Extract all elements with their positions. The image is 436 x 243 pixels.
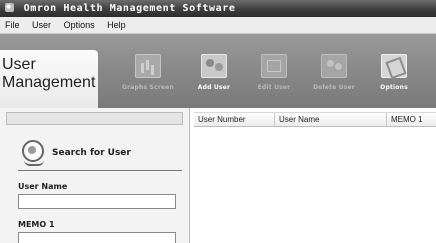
magnifier-icon bbox=[22, 140, 44, 162]
search-for-user-label: Search for User bbox=[52, 148, 131, 158]
app-icon bbox=[5, 3, 14, 12]
magnifier-base bbox=[24, 160, 44, 166]
menu-help[interactable]: Help bbox=[107, 20, 126, 30]
delete-user-icon bbox=[321, 54, 347, 78]
user-list-header: User Number User Name MEMO 1 bbox=[194, 112, 436, 127]
memo1-label: MEMO 1 bbox=[18, 220, 55, 229]
tab-label-line2: Management bbox=[2, 74, 96, 91]
toolbar: User Management Graphs Screen Add User E… bbox=[0, 34, 436, 108]
options-button[interactable]: Options bbox=[368, 54, 420, 102]
delete-user-button[interactable]: Delete User bbox=[308, 54, 360, 102]
search-panel: Search for User User Name MEMO 1 bbox=[0, 108, 190, 243]
menu-file[interactable]: File bbox=[5, 20, 20, 30]
column-user-number[interactable]: User Number bbox=[194, 113, 275, 127]
add-user-button[interactable]: Add User bbox=[188, 54, 240, 102]
column-memo1[interactable]: MEMO 1 bbox=[387, 113, 436, 127]
graphs-screen-label: Graphs Screen bbox=[122, 84, 175, 91]
edit-user-label: Edit User bbox=[257, 84, 291, 91]
window-title: Omron Health Management Software bbox=[23, 3, 236, 14]
add-user-icon bbox=[201, 54, 227, 78]
memo1-field[interactable] bbox=[18, 232, 176, 243]
user-name-label: User Name bbox=[18, 182, 68, 191]
user-management-tab[interactable]: User Management bbox=[0, 50, 98, 108]
panel-header-strip bbox=[6, 112, 183, 125]
edit-user-button[interactable]: Edit User bbox=[248, 54, 300, 102]
delete-user-label: Delete User bbox=[313, 84, 355, 91]
graphs-screen-button[interactable]: Graphs Screen bbox=[122, 54, 174, 102]
tab-label-line1: User bbox=[2, 56, 36, 73]
user-name-field[interactable] bbox=[18, 194, 176, 209]
user-list[interactable]: User Number User Name MEMO 1 bbox=[194, 112, 436, 243]
options-icon bbox=[381, 54, 407, 78]
menu-bar: File User Options Help bbox=[0, 17, 436, 34]
options-label: Options bbox=[380, 84, 408, 91]
edit-user-icon bbox=[261, 54, 287, 78]
title-bar: Omron Health Management Software bbox=[0, 0, 436, 17]
column-user-name[interactable]: User Name bbox=[275, 113, 387, 127]
menu-user[interactable]: User bbox=[32, 20, 51, 30]
search-for-user-button[interactable]: Search for User bbox=[22, 140, 162, 166]
graphs-icon bbox=[135, 54, 161, 78]
panel-divider bbox=[18, 170, 182, 171]
add-user-label: Add User bbox=[197, 84, 231, 91]
menu-options[interactable]: Options bbox=[64, 20, 95, 30]
